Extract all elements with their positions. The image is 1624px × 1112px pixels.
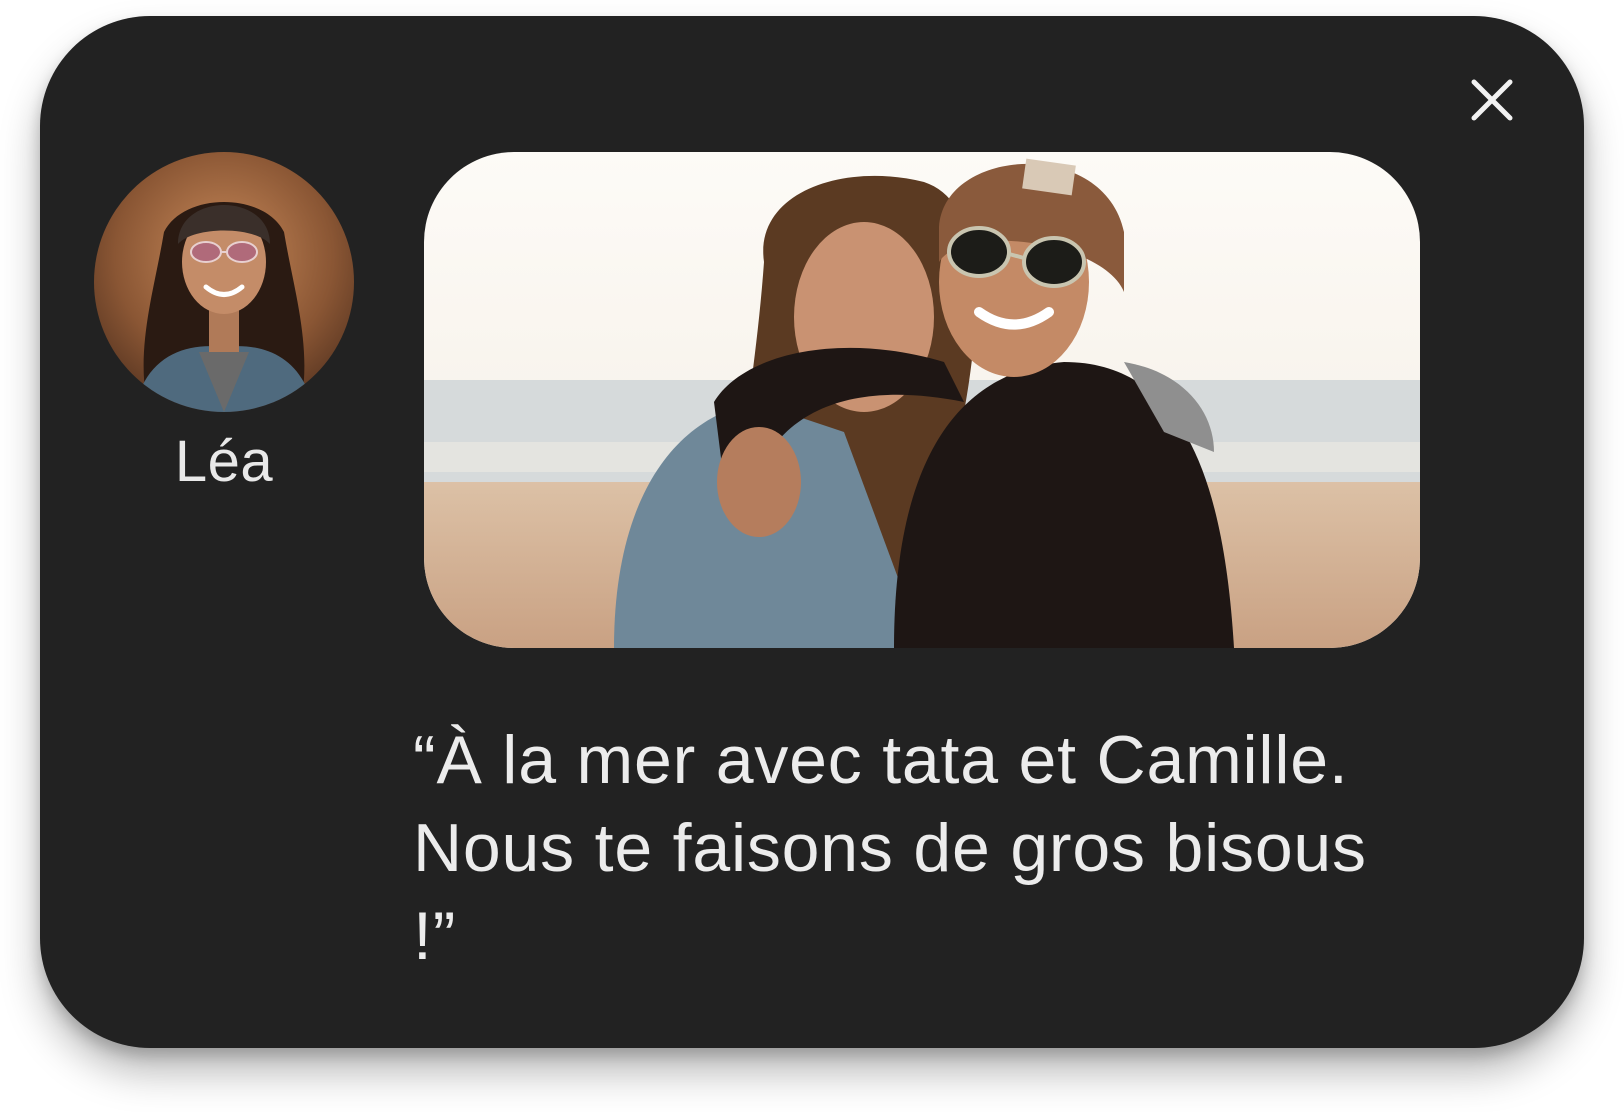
avatar-photo [94,152,354,412]
close-button[interactable] [1460,68,1524,132]
avatar[interactable] [94,152,354,412]
shared-photo[interactable] [424,152,1420,648]
close-icon [1471,79,1513,121]
message-text: “À la mer avec tata et Camille. Nous te … [413,722,1367,974]
photo-message-card: Léa “À la mer avec tata et Camille. Nous… [40,16,1584,1048]
sender-name: Léa [174,429,274,494]
beach-photo [424,152,1420,648]
